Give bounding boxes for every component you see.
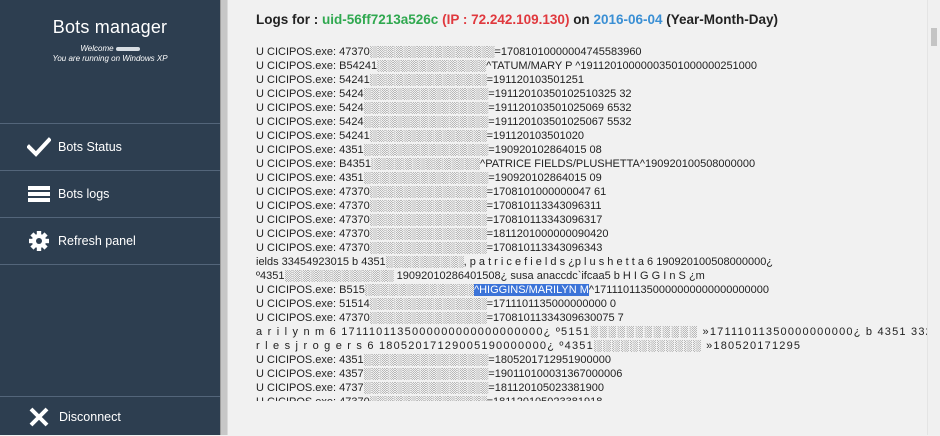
log-line: r l e s j r o g e r s 6 1805201712900519… [256,340,802,352]
log-line: U CICIPOS.exe: 5424░░░░░░░░░░░░░░░░=1911… [256,102,632,114]
scrollbar-thumb[interactable] [931,28,937,46]
sidebar-item-label: Bots Status [58,140,122,154]
title-on: on [569,12,594,27]
welcome-label: Welcome [80,44,114,53]
bot-ip: (IP : 72.242.109.130) [442,12,570,27]
log-line: U CICIPOS.exe: 47370░░░░░░░░░░░░░░░=1811… [256,228,609,240]
log-line: U CICIPOS.exe: 47370░░░░░░░░░░░░░░░=1708… [256,200,602,212]
log-line: ields 33454923015 b 4351░░░░░░░░░░, p a … [256,256,774,268]
log-line: U CICIPOS.exe: 51514░░░░░░░░░░░░░░░=1711… [256,298,617,310]
sidebar-item-bots-status[interactable]: Bots Status [0,123,220,170]
page-title: Logs for : uid-56ff7213a526c (IP : 72.24… [256,12,778,27]
log-line: U CICIPOS.exe: 47370░░░░░░░░░░░░░░░=1708… [256,312,624,324]
sidebar-item-label: Refresh panel [58,234,136,248]
gear-icon [25,229,53,253]
log-line: U CICIPOS.exe: 47370░░░░░░░░░░░░░░░=1708… [256,214,603,226]
log-line: U CICIPOS.exe: 5424░░░░░░░░░░░░░░░░=1911… [256,116,632,128]
log-text: ^17111011350000000000000000000 [588,284,770,296]
log-line: U CICIPOS.exe: 47370░░░░░░░░░░░░░░░=1708… [256,186,607,198]
disconnect-button[interactable]: Disconnect [0,396,220,436]
log-date: 2016-06-04 [593,12,663,27]
log-line: U CICIPOS.exe: 5424░░░░░░░░░░░░░░░░=1911… [256,88,632,100]
list-icon [25,182,53,206]
selected-text: ^HIGGINS/MARILYN M [473,284,589,296]
app-title: Bots manager [52,17,168,37]
scrollbar[interactable] [927,0,940,435]
log-line: U CICIPOS.exe: 54241░░░░░░░░░░░░░░░=1911… [256,74,584,86]
close-icon [25,405,53,429]
check-icon [25,135,53,159]
sidebar-item-refresh-panel[interactable]: Refresh panel [0,217,220,265]
log-output[interactable]: U CICIPOS.exe: 47370░░░░░░░░░░░░░░░░=170… [256,45,927,401]
log-text: U CICIPOS.exe: B515░░░░░░░░░░░░░░ [256,284,474,296]
sidebar-item-label: Bots logs [58,187,110,201]
log-line: U CICIPOS.exe: 47370░░░░░░░░░░░░░░░=1811… [256,395,927,401]
panel-divider[interactable] [220,0,228,435]
bot-uid: uid-56ff7213a526c [322,12,439,27]
main-content: Logs for : uid-56ff7213a526c (IP : 72.24… [228,0,927,435]
log-line: U CICIPOS.exe: 4737░░░░░░░░░░░░░░░░=1811… [256,382,605,394]
log-line: U CICIPOS.exe: 47370░░░░░░░░░░░░░░░=1708… [256,242,603,254]
log-line: U CICIPOS.exe: 4351░░░░░░░░░░░░░░░░=1909… [256,144,602,156]
welcome-text: Welcome [0,44,220,54]
log-line: U CICIPOS.exe: B515░░░░░░░░░░░░░░^HIGGIN… [256,283,927,297]
sidebar: Bots manager Welcome You are running on … [0,0,220,435]
log-line: U CICIPOS.exe: 54241░░░░░░░░░░░░░░░=1911… [256,130,584,142]
brand: Bots manager Welcome You are running on … [0,0,220,64]
log-line: U CICIPOS.exe: 47370░░░░░░░░░░░░░░░░=170… [256,46,642,58]
sidebar-nav: Bots Status Bots logs Refresh panel [0,123,220,265]
redacted-username [115,46,140,51]
log-line: U CICIPOS.exe: B4351░░░░░░░░░░░░░░^PATRI… [256,158,756,170]
log-line: U CICIPOS.exe: 4351░░░░░░░░░░░░░░░░=1909… [256,172,602,184]
log-line: U CICIPOS.exe: B54241░░░░░░░░░░░░░░^TATU… [256,60,758,72]
os-info: You are running on Windows XP [52,54,168,63]
title-prefix: Logs for : [256,12,322,27]
date-format: (Year-Month-Day) [662,12,779,27]
log-line: a r i l y n m 6 171110113500000000000000… [256,326,927,338]
log-line: U CICIPOS.exe: 4351░░░░░░░░░░░░░░░░=1805… [256,354,611,366]
log-line: U CICIPOS.exe: 4357░░░░░░░░░░░░░░░░=1901… [256,368,623,380]
sidebar-item-bots-logs[interactable]: Bots logs [0,170,220,217]
disconnect-label: Disconnect [59,409,121,424]
log-line: º4351░░░░░░░░░░░░░░ 19092010286401508¿ s… [256,270,705,282]
